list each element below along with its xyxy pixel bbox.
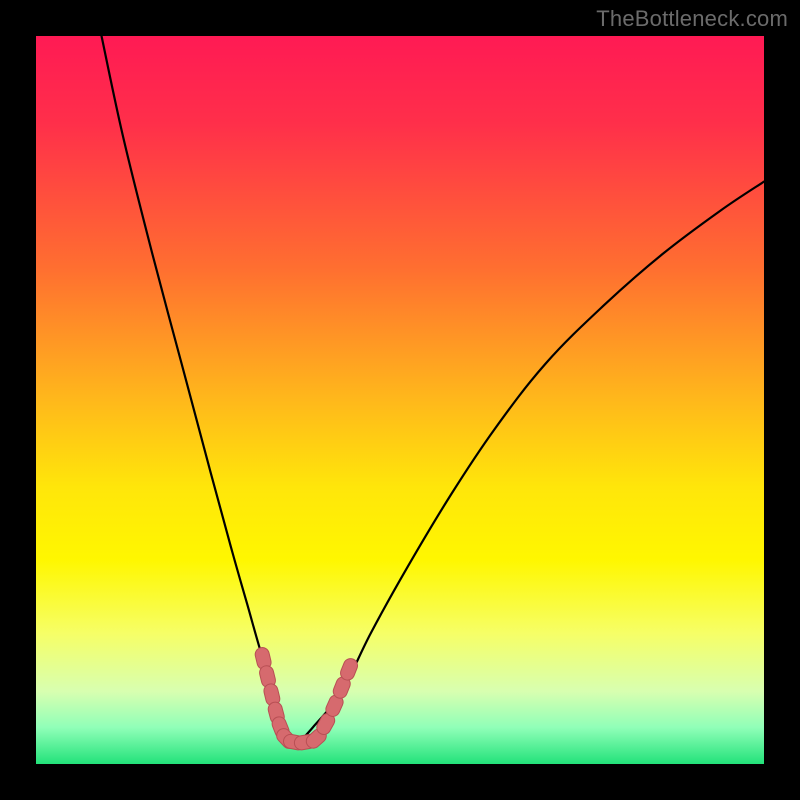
curve-layer xyxy=(36,36,764,764)
chart-frame: TheBottleneck.com xyxy=(0,0,800,800)
marker-group xyxy=(254,646,360,751)
plot-area xyxy=(36,36,764,764)
watermark-text: TheBottleneck.com xyxy=(596,6,788,32)
bottleneck-curve xyxy=(102,36,764,744)
